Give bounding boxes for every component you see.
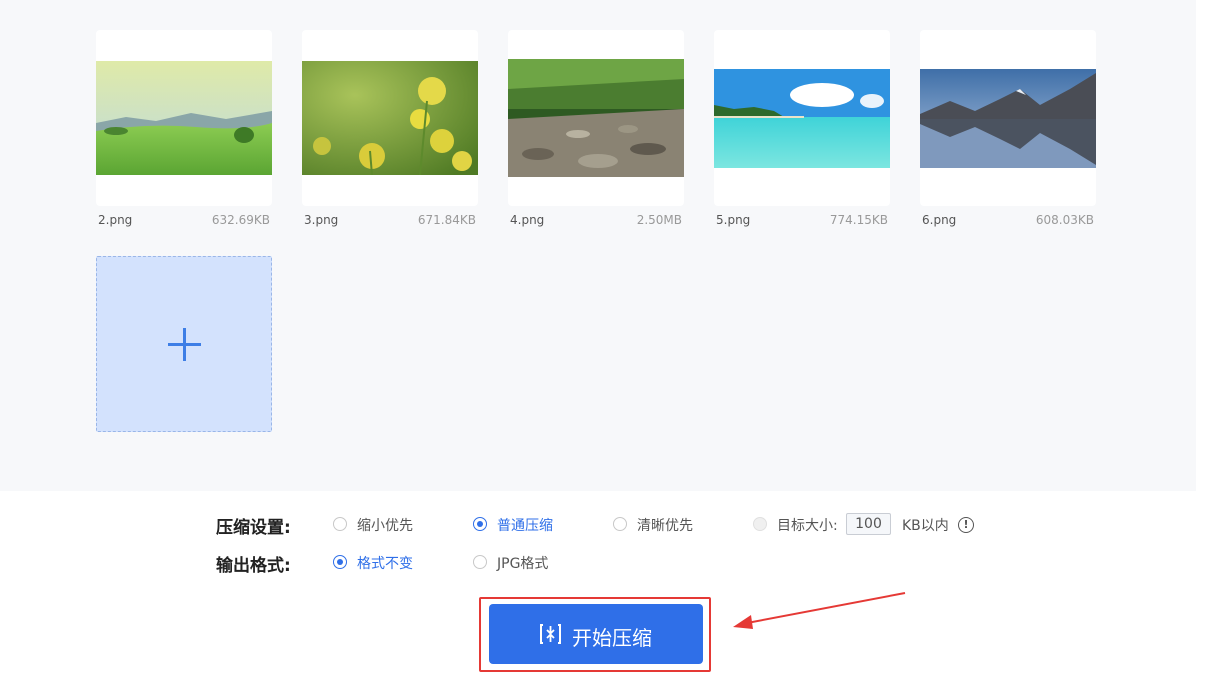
image-card[interactable]	[96, 30, 272, 206]
image-meta: 2.png 632.69KB	[96, 213, 272, 229]
radio-dot	[473, 517, 487, 531]
file-name: 3.png	[304, 213, 339, 227]
file-name: 5.png	[716, 213, 751, 227]
image-meta: 4.png 2.50MB	[508, 213, 684, 229]
file-size: 2.50MB	[636, 213, 682, 227]
annotation-arrow	[733, 592, 906, 629]
info-icon[interactable]: !	[958, 517, 974, 533]
image-card[interactable]	[920, 30, 1096, 206]
radio-dot	[613, 517, 627, 531]
image-thumbnail	[920, 69, 1096, 168]
compress-settings-row: 压缩设置: 缩小优先 普通压缩 清晰优先 目标大小: 100 KB以内 !	[216, 512, 996, 538]
radio-dot	[333, 555, 347, 569]
start-compress-button[interactable]: 开始压缩	[489, 604, 703, 664]
image-thumbnail	[302, 61, 478, 175]
file-name: 4.png	[510, 213, 545, 227]
radio-dot	[333, 517, 347, 531]
file-size: 774.15KB	[829, 213, 888, 227]
image-card[interactable]	[302, 30, 478, 206]
file-name: 6.png	[922, 213, 957, 227]
image-meta: 3.png 671.84KB	[302, 213, 478, 229]
image-card[interactable]	[714, 30, 890, 206]
file-size: 632.69KB	[211, 213, 270, 227]
image-thumbnail	[714, 69, 890, 168]
image-meta: 5.png 774.15KB	[714, 213, 890, 229]
file-size: 608.03KB	[1035, 213, 1094, 227]
upload-area: 2.png 632.69KB 3.png 671.84KB 4.png 2.50…	[0, 0, 1196, 491]
output-format-label: 输出格式:	[216, 556, 291, 576]
target-size-input[interactable]: 100	[846, 513, 891, 535]
target-size-unit: KB以内	[902, 518, 949, 534]
radio-dot	[753, 517, 767, 531]
add-image-button[interactable]	[96, 256, 272, 432]
radio-dot	[473, 555, 487, 569]
compress-icon	[540, 624, 561, 644]
image-card[interactable]	[508, 30, 684, 206]
start-compress-label: 开始压缩	[572, 626, 652, 650]
file-size: 671.84KB	[417, 213, 476, 227]
image-thumbnail	[508, 59, 684, 177]
output-format-row: 输出格式: 格式不变 JPG格式	[216, 550, 616, 576]
file-name: 2.png	[98, 213, 133, 227]
image-meta: 6.png 608.03KB	[920, 213, 1096, 229]
image-thumbnail	[96, 61, 272, 175]
compress-settings-label: 压缩设置:	[216, 518, 291, 538]
